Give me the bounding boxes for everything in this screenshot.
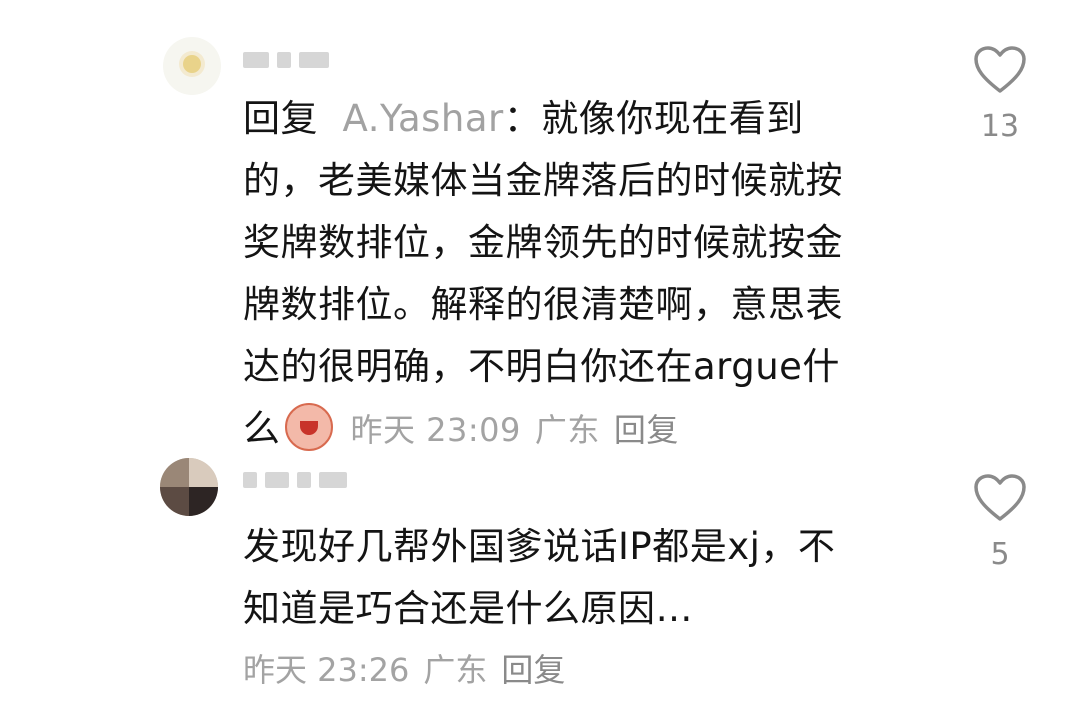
like-count: 5 xyxy=(990,537,1010,572)
comment-line: 发现好几帮外国爹说话IP都是xj，不 xyxy=(243,525,836,568)
location: 广东 xyxy=(534,411,600,449)
crying-face-sticker-icon xyxy=(284,402,333,451)
like-button[interactable]: 13 xyxy=(970,45,1030,144)
avatar-image xyxy=(183,55,201,73)
comment-line: 么 xyxy=(243,407,281,450)
comment-meta: 昨天 23:26 广东 回复 xyxy=(243,645,579,691)
comment-line: 达的很明确，不明白你还在argue什 xyxy=(243,345,840,388)
like-count: 13 xyxy=(980,109,1020,144)
reply-button[interactable]: 回复 xyxy=(614,411,679,449)
like-button[interactable]: 5 xyxy=(970,473,1030,572)
comment-text: 回复 A.Yashar：就像你现在看到 的，老美媒体当金牌落后的时候就按 奖牌数… xyxy=(243,88,843,461)
reply-to-username[interactable]: A.Yashar xyxy=(343,97,504,140)
heart-outline-icon xyxy=(974,46,1026,93)
timestamp: 昨天 23:26 xyxy=(243,651,410,689)
comment-text: 发现好几帮外国爹说话IP都是xj，不 知道是巧合还是什么原因… xyxy=(243,516,835,640)
comment-line: 的，老美媒体当金牌落后的时候就按 xyxy=(243,159,843,202)
location: 广东 xyxy=(423,651,488,689)
heart-outline-icon xyxy=(974,474,1026,521)
timestamp: 昨天 23:09 xyxy=(350,411,521,449)
username-blurred[interactable] xyxy=(243,472,347,488)
comment-meta: 昨天 23:09 广东 回复 xyxy=(351,411,693,449)
comment-line: 知道是巧合还是什么原因… xyxy=(243,587,693,630)
reply-button[interactable]: 回复 xyxy=(501,651,565,689)
username-blurred[interactable] xyxy=(243,52,329,68)
avatar[interactable] xyxy=(160,458,218,516)
comment-line: 就像你现在看到 xyxy=(541,97,804,140)
reply-prefix: 回复 xyxy=(243,97,318,140)
avatar[interactable] xyxy=(163,37,221,95)
comment-line: 奖牌数排位，金牌领先的时候就按金 xyxy=(243,221,843,264)
reply-colon: ： xyxy=(503,97,542,140)
comment-line: 牌数排位。解释的很清楚啊，意思表 xyxy=(243,283,843,326)
